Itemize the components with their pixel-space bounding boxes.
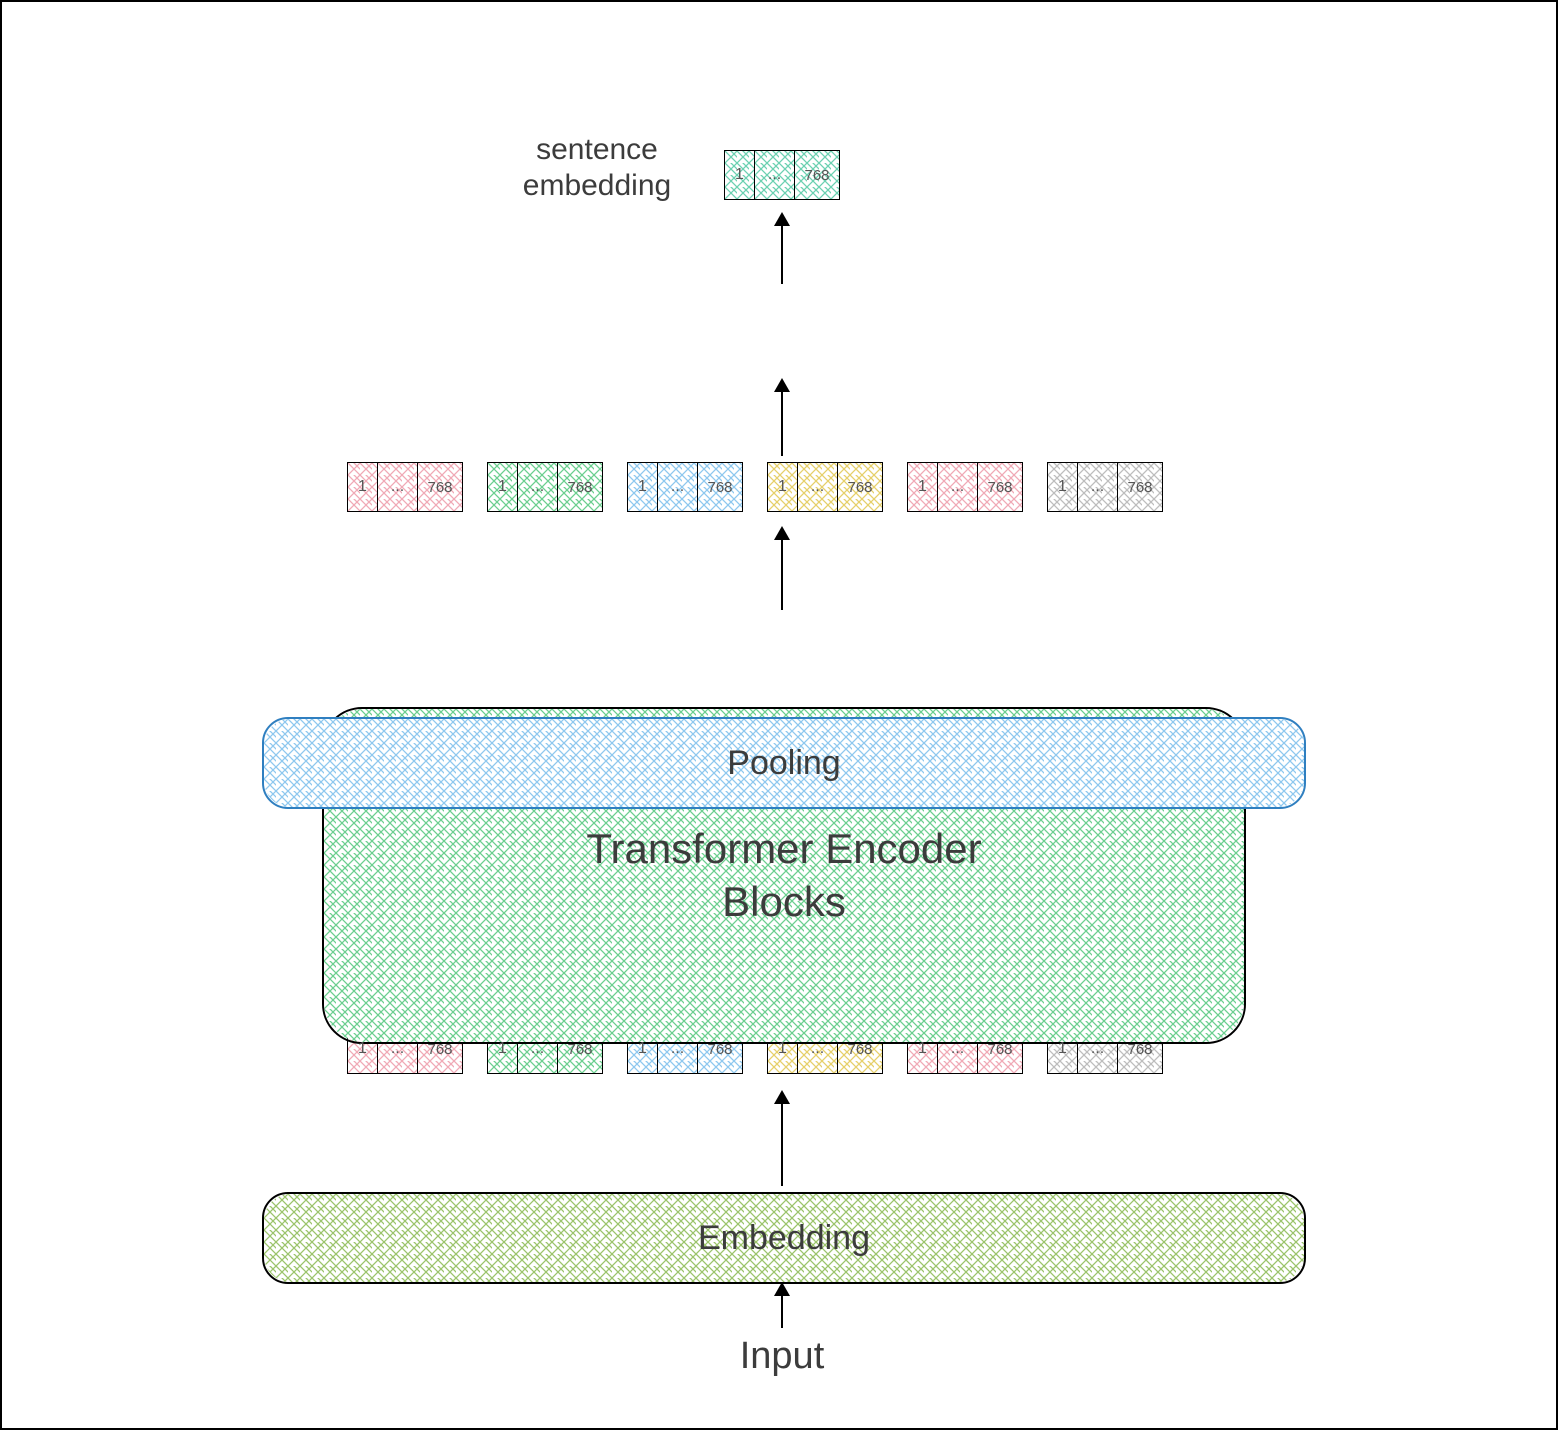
encoder-text-line1: Transformer Encoder bbox=[586, 823, 981, 876]
input-label: Input bbox=[692, 1334, 872, 1380]
arrow-up-icon bbox=[781, 380, 783, 456]
sentence-embedding-label: sentence embedding bbox=[492, 132, 702, 204]
token-cell: 1 bbox=[488, 463, 518, 511]
token-cell: ... bbox=[1078, 463, 1118, 511]
sentence-embedding-token: 1...768 bbox=[724, 150, 840, 200]
token-cell: 1 bbox=[908, 463, 938, 511]
token-cell: 1 bbox=[348, 463, 378, 511]
token-cell: 768 bbox=[978, 463, 1022, 511]
token-vector: 1...768 bbox=[767, 462, 883, 512]
token-vector: 1...768 bbox=[487, 462, 603, 512]
token-vector: 1...768 bbox=[724, 150, 840, 200]
token-cell: 768 bbox=[558, 463, 602, 511]
diagram-canvas: Input Embedding 1...7681...7681...7681..… bbox=[0, 0, 1558, 1430]
token-cell: ... bbox=[938, 463, 978, 511]
arrow-up-icon bbox=[781, 1092, 783, 1186]
token-cell: 1 bbox=[628, 463, 658, 511]
token-cell: 768 bbox=[698, 463, 742, 511]
pooling-text: Pooling bbox=[727, 744, 840, 783]
token-vector: 1...768 bbox=[1047, 462, 1163, 512]
embedding-block: Embedding bbox=[262, 1192, 1306, 1284]
sentence-label-line1: sentence bbox=[492, 132, 702, 168]
encoder-text-line2: Blocks bbox=[722, 876, 846, 929]
token-cell: 768 bbox=[795, 151, 839, 199]
token-vector: 1...768 bbox=[347, 462, 463, 512]
token-cell: ... bbox=[378, 463, 418, 511]
token-vector: 1...768 bbox=[627, 462, 743, 512]
token-cell: 1 bbox=[725, 151, 755, 199]
sentence-label-line2: embedding bbox=[492, 168, 702, 204]
token-cell: ... bbox=[755, 151, 795, 199]
token-cell: ... bbox=[518, 463, 558, 511]
arrow-up-icon bbox=[781, 528, 783, 610]
token-cell: ... bbox=[798, 463, 838, 511]
embedding-text: Embedding bbox=[698, 1219, 870, 1258]
pooling-block: Pooling bbox=[262, 717, 1306, 809]
token-vector: 1...768 bbox=[907, 462, 1023, 512]
token-cell: 768 bbox=[838, 463, 882, 511]
token-row-upper: 1...7681...7681...7681...7681...7681...7… bbox=[347, 462, 1163, 512]
token-cell: ... bbox=[658, 463, 698, 511]
token-cell: 768 bbox=[1118, 463, 1162, 511]
token-cell: 768 bbox=[418, 463, 462, 511]
arrow-up-icon bbox=[781, 1284, 783, 1328]
token-cell: 1 bbox=[768, 463, 798, 511]
arrow-up-icon bbox=[781, 214, 783, 284]
token-cell: 1 bbox=[1048, 463, 1078, 511]
